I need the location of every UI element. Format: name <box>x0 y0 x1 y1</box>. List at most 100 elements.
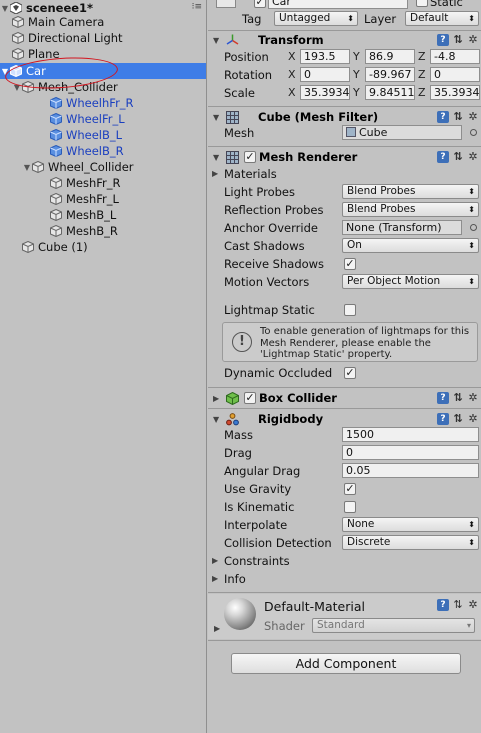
hierarchy-item-wheel-collider[interactable]: ▼ Wheel_Collider <box>0 159 206 175</box>
info-label[interactable]: Info <box>224 572 246 586</box>
gear-icon[interactable]: ✲ <box>467 413 479 425</box>
collapse-arrow-icon[interactable]: ▶ <box>213 394 219 403</box>
expand-arrow-icon[interactable]: ▼ <box>22 163 32 172</box>
gear-icon[interactable]: ✲ <box>467 151 479 163</box>
mesh-renderer-header[interactable]: ▼ ✓ Mesh Renderer ? ⇅ ✲ <box>208 148 481 166</box>
hierarchy-item-wheelb-l[interactable]: WheelB_L <box>0 127 206 143</box>
use-gravity-checkbox[interactable]: ✓ <box>344 483 356 495</box>
interpolate-dropdown[interactable]: None ⬍ <box>342 517 479 532</box>
angular-drag-field[interactable]: 0.05 <box>342 463 479 478</box>
divider <box>208 408 481 409</box>
scale-y-field[interactable]: 9.84511 <box>365 85 415 100</box>
hierarchy-item-label: MeshFr_R <box>66 176 121 190</box>
help-icon[interactable]: ? <box>437 599 449 611</box>
material-preview-sphere[interactable] <box>224 598 256 630</box>
lightmap-static-checkbox[interactable] <box>344 304 356 316</box>
light-probes-dropdown[interactable]: Blend Probes ⬍ <box>342 184 479 199</box>
mesh-object-field[interactable]: Cube <box>342 125 462 140</box>
expand-arrow-icon[interactable]: ▼ <box>12 83 22 92</box>
preset-icon[interactable]: ⇅ <box>452 111 464 123</box>
materials-label[interactable]: Materials <box>224 167 277 181</box>
help-icon[interactable]: ? <box>437 151 449 163</box>
position-z-field[interactable]: -4.8 <box>430 49 480 64</box>
preset-icon[interactable]: ⇅ <box>452 599 464 611</box>
gear-icon[interactable]: ✲ <box>467 392 479 404</box>
shader-label: Shader <box>264 619 305 633</box>
object-picker-icon[interactable] <box>470 224 477 231</box>
gear-icon[interactable]: ✲ <box>467 111 479 123</box>
hierarchy-item-main-camera[interactable]: Main Camera <box>0 14 206 30</box>
hierarchy-item-directional-light[interactable]: Directional Light <box>0 30 206 46</box>
box-collider-header[interactable]: ▶ ✓ Box Collider ? ⇅ ✲ <box>208 389 481 407</box>
expand-arrow-icon[interactable]: ▼ <box>213 36 219 45</box>
mesh-label: Mesh <box>224 126 255 140</box>
drag-field[interactable]: 0 <box>342 445 479 460</box>
is-kinematic-checkbox[interactable] <box>344 501 356 513</box>
expand-arrow-icon[interactable]: ▼ <box>0 67 10 76</box>
scale-x-field[interactable]: 35.3934 <box>300 85 350 100</box>
constraints-label[interactable]: Constraints <box>224 554 290 568</box>
object-name-field[interactable]: Car <box>268 0 408 9</box>
preset-icon[interactable]: ⇅ <box>452 413 464 425</box>
hierarchy-item-wheelhfr-r[interactable]: WheelhFr_R <box>0 95 206 111</box>
axis-z-label: Z <box>418 50 426 63</box>
enabled-checkbox[interactable]: ✓ <box>244 392 256 404</box>
cast-shadows-dropdown[interactable]: On ⬍ <box>342 238 479 253</box>
mass-field[interactable]: 1500 <box>342 427 479 442</box>
shader-dropdown[interactable]: Standard ▾ <box>312 618 475 633</box>
hierarchy-item-meshfr-l[interactable]: MeshFr_L <box>0 191 206 207</box>
preset-icon[interactable]: ⇅ <box>452 151 464 163</box>
expand-arrow-icon[interactable]: ▶ <box>212 169 218 178</box>
preset-icon[interactable]: ⇅ <box>452 34 464 46</box>
scale-z-field[interactable]: 35.3934 <box>430 85 480 100</box>
position-x-field[interactable]: 193.5 <box>300 49 350 64</box>
expand-arrow-icon[interactable]: ▶ <box>212 556 218 565</box>
rotation-y-field[interactable]: -89.967 <box>365 67 415 82</box>
help-icon[interactable]: ? <box>437 392 449 404</box>
hierarchy-item-meshb-l[interactable]: MeshB_L <box>0 207 206 223</box>
expand-arrow-icon[interactable]: ▼ <box>213 153 219 162</box>
reflection-probes-dropdown[interactable]: Blend Probes ⬍ <box>342 202 479 217</box>
hierarchy-item-mesh-collider[interactable]: ▼ Mesh_Collider <box>0 79 206 95</box>
motion-vectors-dropdown[interactable]: Per Object Motion ⬍ <box>342 274 479 289</box>
tag-dropdown[interactable]: Untagged ⬍ <box>274 11 358 26</box>
hierarchy-item-cube-1[interactable]: Cube (1) <box>0 239 206 255</box>
preset-icon[interactable]: ⇅ <box>452 392 464 404</box>
expand-arrow-icon[interactable]: ▶ <box>214 624 220 633</box>
hierarchy-item-label: Car <box>26 64 46 78</box>
gear-icon[interactable]: ✲ <box>467 599 479 611</box>
anchor-override-field[interactable]: None (Transform) <box>342 220 462 235</box>
collision-detection-dropdown[interactable]: Discrete ⬍ <box>342 535 479 550</box>
object-picker-icon[interactable] <box>470 129 477 136</box>
add-component-button[interactable]: Add Component <box>231 653 461 674</box>
rigidbody-header[interactable]: ▼ Rigidbody ? ⇅ ✲ <box>208 410 481 428</box>
help-icon[interactable]: ? <box>437 413 449 425</box>
active-checkbox[interactable]: ✓ <box>254 0 266 8</box>
gear-icon[interactable]: ✲ <box>467 34 479 46</box>
hierarchy-item-wheelb-r[interactable]: WheelB_R <box>0 143 206 159</box>
expand-arrow-icon[interactable]: ▼ <box>213 113 219 122</box>
rotation-x-field[interactable]: 0 <box>300 67 350 82</box>
static-checkbox[interactable] <box>416 0 428 7</box>
help-icon[interactable]: ? <box>437 111 449 123</box>
layer-dropdown[interactable]: Default ⬍ <box>405 11 479 26</box>
mesh-filter-header[interactable]: ▼ Cube (Mesh Filter) ? ⇅ ✲ <box>208 108 481 126</box>
dynamic-occluded-checkbox[interactable]: ✓ <box>344 367 356 379</box>
hierarchy-item-meshfr-r[interactable]: MeshFr_R <box>0 175 206 191</box>
transform-header[interactable]: ▼ Transform ? ⇅ ✲ <box>208 31 481 49</box>
hierarchy-menu-icon[interactable]: ⁝≡ <box>192 2 202 12</box>
axis-y-label: Y <box>353 50 360 63</box>
expand-arrow-icon[interactable]: ▼ <box>0 4 10 13</box>
cast-shadows-label: Cast Shadows <box>224 239 305 253</box>
help-icon[interactable]: ? <box>437 34 449 46</box>
rotation-z-field[interactable]: 0 <box>430 67 480 82</box>
hierarchy-item-wheelfr-l[interactable]: WheelFr_L <box>0 111 206 127</box>
hierarchy-item-car[interactable]: ▼ Car <box>0 63 206 79</box>
position-y-field[interactable]: 86.9 <box>365 49 415 64</box>
enabled-checkbox[interactable]: ✓ <box>244 151 256 163</box>
expand-arrow-icon[interactable]: ▼ <box>213 415 219 424</box>
hierarchy-item-plane[interactable]: Plane <box>0 46 206 62</box>
hierarchy-item-meshb-r[interactable]: MeshB_R <box>0 223 206 239</box>
expand-arrow-icon[interactable]: ▶ <box>212 574 218 583</box>
receive-shadows-checkbox[interactable]: ✓ <box>344 258 356 270</box>
